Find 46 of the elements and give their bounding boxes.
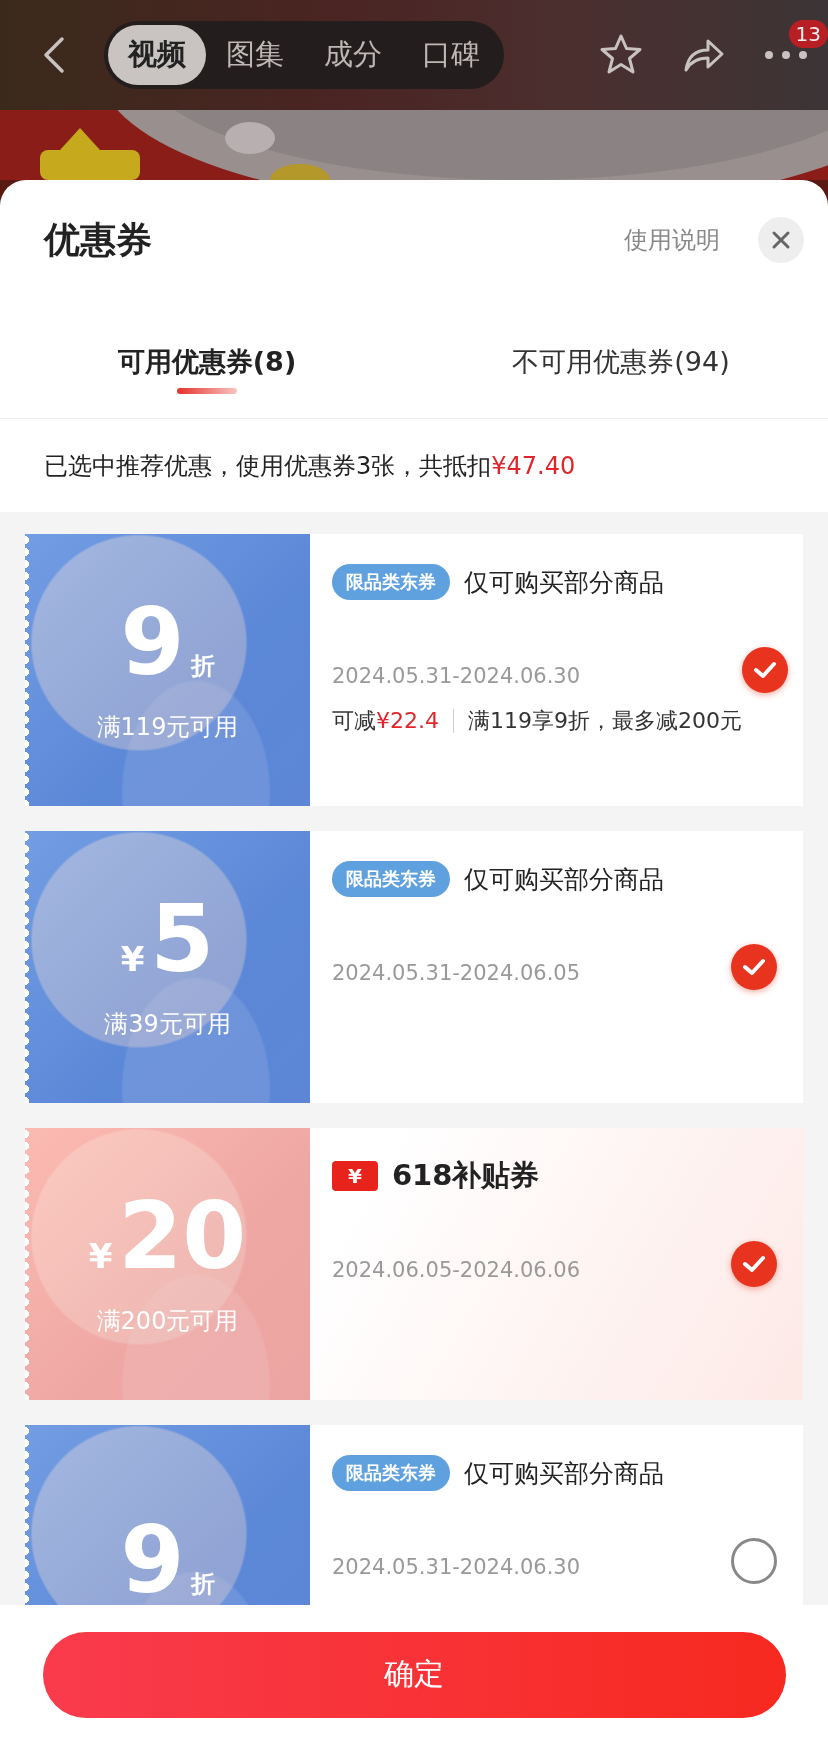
more-icon[interactable]: [764, 50, 808, 60]
coupon-title: 仅可购买部分商品: [464, 566, 664, 599]
min-spend: 满200元可用: [96, 1306, 239, 1337]
checkmark-icon: [752, 661, 777, 679]
saving-text: 可减¥22.4: [332, 707, 439, 735]
currency-sign: ¥: [120, 939, 145, 979]
coupon-title: 仅可购买部分商品: [464, 1457, 664, 1490]
checkmark-icon: [742, 958, 766, 976]
coupon-tab[interactable]: 不可用优惠券(94): [414, 300, 828, 418]
select-checkbox[interactable]: [731, 1538, 777, 1584]
coupon-title: 仅可购买部分商品: [464, 863, 664, 896]
min-spend: 满119元可用: [96, 712, 239, 743]
currency-sign: ¥: [88, 1236, 113, 1276]
discount-value: 9: [120, 1515, 185, 1605]
section-tab[interactable]: 图集: [206, 25, 304, 85]
section-tab[interactable]: 成分: [304, 25, 402, 85]
usage-guide-link[interactable]: 使用说明: [624, 224, 720, 256]
coupon-tag: 限品类东券: [332, 1455, 450, 1491]
section-tab[interactable]: 口碑: [402, 25, 500, 85]
coupon-rule: 满119享9折，最多减200元: [468, 707, 742, 735]
discount-unit: 折: [190, 1569, 215, 1600]
close-icon: [771, 230, 791, 250]
notification-badge: 13: [788, 20, 828, 48]
select-checkbox[interactable]: [731, 944, 777, 990]
coupon-tag: 限品类东券: [332, 564, 450, 600]
amount-value: 5: [150, 894, 215, 986]
ticket-badge: ¥: [332, 1161, 378, 1191]
sheet-title: 优惠券: [44, 217, 152, 262]
coupon-tag: 限品类东券: [332, 861, 450, 897]
min-spend: 满39元可用: [104, 1009, 231, 1040]
section-tab[interactable]: 视频: [108, 25, 206, 85]
validity-dates: 2024.05.31-2024.06.30: [332, 664, 582, 688]
validity-dates: 2024.06.05-2024.06.06: [332, 1258, 582, 1282]
validity-dates: 2024.05.31-2024.06.30: [332, 1555, 582, 1579]
coupon-tab[interactable]: 可用优惠券(8): [0, 300, 414, 418]
select-checkbox[interactable]: [731, 1241, 777, 1287]
confirm-button[interactable]: 确定: [42, 1631, 786, 1718]
discount-unit: 折: [190, 651, 215, 682]
validity-dates: 2024.05.31-2024.06.05: [332, 961, 582, 985]
amount-value: 20: [118, 1191, 247, 1283]
savings-summary: 已选中推荐优惠，使用优惠券3张，共抵扣¥47.40: [43, 450, 577, 482]
checkmark-icon: [742, 1255, 766, 1273]
select-checkbox[interactable]: [741, 647, 788, 693]
coupon-title: 618补贴券: [391, 1157, 540, 1194]
discount-value: 9: [120, 597, 185, 689]
close-button[interactable]: [758, 217, 804, 263]
